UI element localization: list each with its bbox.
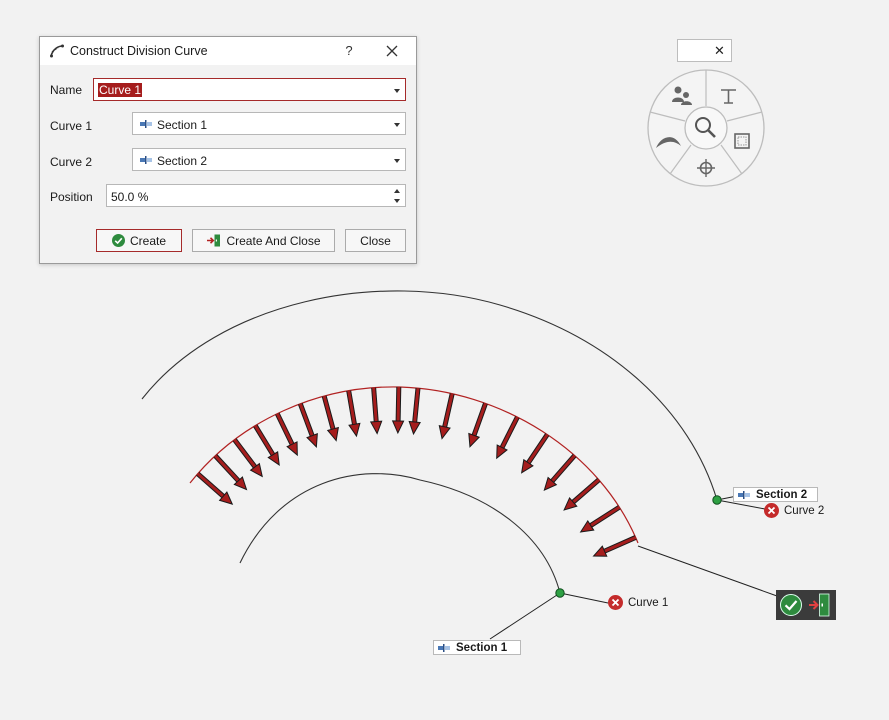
curve1-viewport-text: Curve 1	[628, 596, 669, 609]
quick-widget-box[interactable]: ✕	[677, 39, 732, 62]
name-value-selected[interactable]: Curve 1	[98, 83, 143, 97]
spin-up-icon[interactable]	[394, 189, 400, 193]
leader-confirm	[637, 545, 778, 597]
arrow-glyph	[391, 386, 405, 435]
create-and-close-button[interactable]: Create And Close	[192, 229, 335, 252]
inner-arc-curve[interactable]	[239, 473, 561, 594]
leader-section1	[489, 592, 561, 640]
chevron-down-icon[interactable]	[394, 159, 400, 163]
section-icon	[738, 490, 750, 499]
arrow-glyph	[468, 402, 488, 448]
arrow-glyph	[321, 395, 339, 442]
section1-tag[interactable]: Section 1	[433, 640, 521, 655]
arrow-glyph	[297, 402, 318, 449]
create-and-close-label: Create And Close	[226, 233, 321, 248]
viewport-confirm-panel	[776, 590, 836, 620]
arrow-glyph	[563, 477, 601, 511]
dialog-titlebar[interactable]: Construct Division Curve ?	[40, 37, 416, 65]
arrow-glyph	[253, 424, 280, 466]
arrow-glyph	[196, 471, 234, 505]
division-curve-icon	[50, 44, 64, 58]
section1-tag-label: Section 1	[456, 641, 508, 654]
position-label: Position	[50, 190, 93, 204]
arrow-glyph	[521, 433, 550, 474]
dialog-title: Construct Division Curve	[70, 44, 208, 58]
section-icon	[140, 156, 152, 164]
section2-tag-label: Section 2	[756, 488, 808, 501]
curve2-value: Section 2	[157, 154, 208, 168]
arrow-glyph	[579, 505, 621, 533]
name-combobox[interactable]: Curve 1	[93, 78, 406, 101]
remove-icon[interactable]	[764, 503, 779, 518]
arrow-glyph	[346, 390, 361, 438]
section-icon	[438, 643, 450, 652]
close-button[interactable]: Close	[345, 229, 406, 252]
arrow-glyph	[496, 415, 520, 460]
curve1-value: Section 1	[157, 118, 208, 132]
curve1-combobox[interactable]: Section 1	[132, 112, 406, 135]
position-value[interactable]: 50.0 %	[111, 190, 148, 204]
section-icon	[140, 120, 152, 128]
arrow-glyph	[408, 387, 421, 436]
create-label: Create	[129, 233, 167, 248]
leader-curve1	[559, 592, 609, 604]
arrow-glyph	[438, 393, 455, 440]
section2-tag[interactable]: Section 2	[733, 487, 818, 502]
name-label: Name	[50, 83, 83, 97]
close-label: Close	[360, 233, 391, 248]
check-icon[interactable]	[780, 594, 802, 616]
section2-endpoint-handle[interactable]	[712, 495, 722, 505]
position-spinbox[interactable]: 50.0 %	[106, 184, 406, 207]
chevron-down-icon[interactable]	[394, 89, 400, 93]
arrow-glyph	[543, 453, 577, 492]
create-button[interactable]: Create	[96, 229, 182, 252]
curve1-label: Curve 1	[50, 119, 93, 133]
arrow-glyph	[232, 438, 263, 478]
help-button[interactable]: ?	[342, 41, 356, 61]
curve2-combobox[interactable]: Section 2	[132, 148, 406, 171]
arrow-glyph	[369, 387, 383, 435]
remove-icon[interactable]	[608, 595, 623, 610]
arrow-glyph	[275, 412, 298, 457]
close-icon[interactable]	[384, 43, 400, 59]
curve2-viewport-text: Curve 2	[784, 504, 825, 517]
exit-icon[interactable]	[809, 593, 830, 617]
curve1-viewport-label[interactable]: Curve 1	[608, 595, 668, 610]
exit-icon	[207, 234, 221, 247]
curve2-label: Curve 2	[50, 155, 93, 169]
chevron-down-icon[interactable]	[394, 123, 400, 127]
arrow-glyph	[592, 535, 637, 557]
direction-arrows	[196, 386, 637, 557]
curve2-viewport-label[interactable]: Curve 2	[764, 503, 824, 518]
spin-down-icon[interactable]	[394, 199, 400, 203]
arrow-glyph	[213, 454, 248, 491]
construct-division-curve-dialog: Construct Division Curve ? Name Curve 1 …	[39, 36, 417, 264]
check-icon	[111, 234, 125, 247]
close-icon[interactable]: ✕	[714, 44, 725, 57]
section1-endpoint-handle[interactable]	[555, 588, 565, 598]
radial-view-menu[interactable]	[646, 68, 766, 188]
